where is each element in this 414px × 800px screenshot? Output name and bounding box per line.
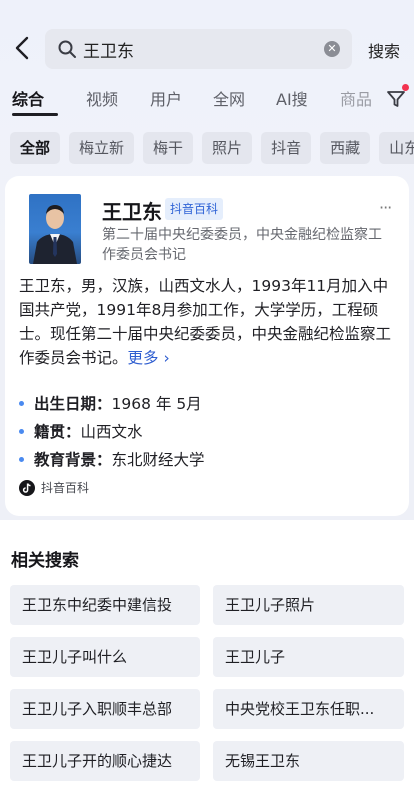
more-link[interactable]: 更多 › bbox=[128, 349, 170, 367]
search-icon bbox=[58, 40, 76, 58]
related-item[interactable]: 王卫儿子开的顺心捷达 bbox=[10, 741, 200, 781]
fact-key: 出生日期： bbox=[34, 395, 112, 413]
related-item[interactable]: 中央党校王卫东任职... bbox=[213, 689, 404, 729]
back-button[interactable] bbox=[8, 33, 36, 63]
source-label[interactable]: 抖音百科 bbox=[19, 479, 89, 496]
person-description: 王卫东，男，汉族，山西文水人，1993年11月加入中国共产党，1991年8月参加… bbox=[19, 274, 401, 370]
chip-all[interactable]: 全部 bbox=[10, 132, 61, 164]
result-tabs: 综合 视频 用户 全网 AI搜 商品 bbox=[0, 86, 414, 114]
active-tab-indicator bbox=[12, 113, 58, 116]
tab-web[interactable]: 全网 bbox=[213, 86, 245, 110]
chip-item[interactable]: 山东 bbox=[379, 132, 414, 164]
fact-key: 教育背景： bbox=[34, 451, 112, 469]
fact-hometown: 籍贯：山西文水 bbox=[19, 420, 143, 442]
clear-icon[interactable]: ✕ bbox=[324, 41, 340, 57]
tab-video[interactable]: 视频 bbox=[86, 86, 118, 110]
encyclopedia-card[interactable]: 王卫东 抖音百科 ··· 第二十届中央纪委委员，中央金融纪检监察工作委员会书记 … bbox=[5, 176, 409, 516]
related-item[interactable]: 王卫儿子照片 bbox=[213, 585, 404, 625]
person-name: 王卫东 bbox=[102, 200, 162, 224]
more-options-icon[interactable]: ··· bbox=[379, 198, 392, 217]
fact-key: 籍贯： bbox=[34, 423, 81, 441]
fact-value: 1968 年 5月 bbox=[111, 395, 202, 413]
top-bar: 王卫东 ✕ 搜索 bbox=[0, 0, 414, 82]
tab-users[interactable]: 用户 bbox=[150, 86, 182, 110]
related-item[interactable]: 王卫儿子入职顺丰总部 bbox=[10, 689, 200, 729]
douyin-logo-icon bbox=[19, 479, 35, 496]
chip-item[interactable]: 西藏 bbox=[320, 132, 371, 164]
filter-chips: 全部 梅立新 梅干 照片 抖音 西藏 山东 bbox=[10, 132, 414, 164]
chip-item[interactable]: 梅立新 bbox=[69, 132, 135, 164]
portrait-photo bbox=[29, 194, 81, 264]
back-arrow-icon bbox=[15, 36, 29, 60]
fact-value: 东北财经大学 bbox=[111, 451, 205, 469]
related-item[interactable]: 无锡王卫东 bbox=[213, 741, 404, 781]
tab-comprehensive[interactable]: 综合 bbox=[12, 86, 44, 110]
search-query: 王卫东 bbox=[83, 41, 134, 62]
chip-item[interactable]: 照片 bbox=[202, 132, 253, 164]
person-title: 第二十届中央纪委委员，中央金融纪检监察工作委员会书记 bbox=[102, 227, 382, 263]
related-item[interactable]: 王卫儿子 bbox=[213, 637, 404, 677]
fact-birth-date: 出生日期：1968 年 5月 bbox=[19, 392, 202, 414]
notification-dot bbox=[402, 84, 409, 91]
tab-ai-search[interactable]: AI搜 bbox=[276, 86, 308, 110]
description-text: 王卫东，男，汉族，山西文水人，1993年11月加入中国共产党，1991年8月参加… bbox=[19, 277, 392, 367]
source-badge: 抖音百科 bbox=[165, 198, 224, 220]
related-title: 相关搜索 bbox=[11, 551, 79, 571]
search-input[interactable]: 王卫东 ✕ bbox=[45, 29, 352, 69]
tab-products[interactable]: 商品 bbox=[340, 86, 372, 110]
source-text: 抖音百科 bbox=[41, 481, 90, 495]
related-item[interactable]: 王卫儿子叫什么 bbox=[10, 637, 200, 677]
chip-item[interactable]: 抖音 bbox=[261, 132, 312, 164]
fact-value: 山西文水 bbox=[80, 423, 143, 441]
fact-education: 教育背景：东北财经大学 bbox=[19, 448, 205, 470]
chip-item[interactable]: 梅干 bbox=[143, 132, 194, 164]
related-searches: 相关搜索 王卫东中纪委中建信投 王卫儿子照片 王卫儿子叫什么 王卫儿子 王卫儿子… bbox=[0, 520, 414, 800]
bullet-icon bbox=[19, 456, 24, 462]
bullet-icon bbox=[19, 428, 24, 434]
search-button[interactable]: 搜索 bbox=[368, 38, 400, 62]
related-item[interactable]: 王卫东中纪委中建信投 bbox=[10, 585, 200, 625]
filter-icon[interactable] bbox=[386, 89, 406, 109]
bullet-icon bbox=[19, 400, 24, 406]
